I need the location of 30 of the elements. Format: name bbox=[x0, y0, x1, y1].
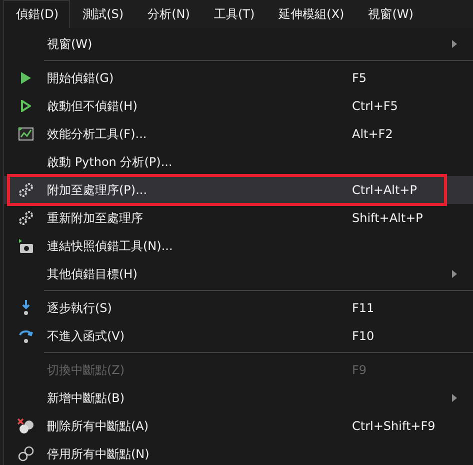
gears-icon bbox=[18, 182, 34, 198]
menu-title[interactable]: 視窗(W) bbox=[355, 0, 424, 28]
menu-title[interactable]: 工具(T) bbox=[200, 0, 266, 28]
menu-item[interactable]: 不進入函式(V) F10 bbox=[4, 322, 473, 350]
menu-item[interactable]: 啟動 Python 分析(P)... bbox=[4, 148, 473, 176]
menu-item[interactable]: 刪除所有中斷點(A) Ctrl+Shift+F9 bbox=[4, 412, 473, 440]
menu-item[interactable]: 視窗(W) bbox=[4, 30, 473, 58]
camera-icon bbox=[18, 238, 34, 254]
menu-item[interactable]: 附加至處理序(P)... Ctrl+Alt+P bbox=[4, 176, 473, 204]
menu-title[interactable]: 測試(S) bbox=[70, 0, 135, 28]
menu-item[interactable]: 連結快照偵錯工具(N)... bbox=[4, 232, 473, 260]
menu-item[interactable]: 其他偵錯目標(H) bbox=[4, 260, 473, 288]
step-over-icon bbox=[18, 328, 34, 344]
menu-item[interactable]: 開始偵錯(G) F5 bbox=[4, 64, 473, 92]
menu-title[interactable]: 分析(N) bbox=[134, 0, 201, 28]
menu-item[interactable]: 重新附加至處理序 Shift+Alt+P bbox=[4, 204, 473, 232]
menu-item[interactable]: 啟動但不偵錯(H) Ctrl+F5 bbox=[4, 92, 473, 120]
play-icon bbox=[20, 72, 30, 84]
menu-item[interactable]: 停用所有中斷點(N) bbox=[4, 440, 473, 465]
menu-title[interactable]: 延伸模組(X) bbox=[266, 0, 356, 28]
rings-icon bbox=[16, 446, 34, 462]
play-icon bbox=[20, 100, 30, 112]
gears-icon bbox=[18, 210, 34, 226]
menu-item[interactable]: 效能分析工具(F)... Alt+F2 bbox=[4, 120, 473, 148]
breakpoints-delete-icon bbox=[16, 418, 34, 434]
step-into-icon bbox=[20, 300, 32, 316]
chart-icon bbox=[18, 126, 34, 142]
menu-title[interactable]: 偵錯(D) bbox=[3, 0, 70, 28]
menu-item[interactable]: 新增中斷點(B) bbox=[4, 384, 473, 412]
menu-item[interactable]: 逐步執行(S) F11 bbox=[4, 294, 473, 322]
